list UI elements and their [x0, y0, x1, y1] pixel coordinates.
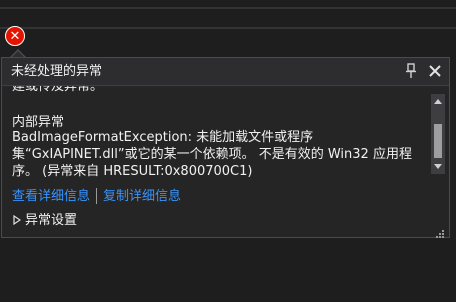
- message-line: 集“GxIAPINET.dll”或它的某一个依赖项。 不是有效的 Win32 应…: [12, 147, 412, 162]
- message-line: 序。 (异常来自 HRESULT:0x800700C1): [12, 164, 253, 179]
- close-icon[interactable]: [426, 62, 444, 80]
- chevron-up-icon[interactable]: [431, 94, 445, 108]
- chevron-right-icon: [12, 214, 22, 226]
- link-separator: [96, 188, 98, 204]
- exception-helper-popup: 未经处理的异常 建或传及异常。 内部异常 BadImageFormatExcep…: [1, 57, 450, 238]
- pin-icon-graphic: [406, 63, 416, 78]
- details-links: 查看详细信息 复制详细信息: [12, 187, 181, 205]
- chevron-down-icon-graphic: [434, 164, 442, 169]
- message-line: BadImageFormatException: 未能加载文件或程序: [12, 130, 314, 145]
- popup-content: 建或传及异常。 内部异常 BadImageFormatException: 未能…: [2, 86, 449, 209]
- exception-settings-label: 异常设置: [25, 212, 78, 228]
- editor-area: ✕ 未经处理的异常 建或传及异常。 内部异常 BadImageFormatExc…: [0, 0, 456, 302]
- pin-icon[interactable]: [404, 62, 418, 80]
- chevron-down-icon[interactable]: [431, 160, 445, 174]
- exception-settings-expander[interactable]: 异常设置: [12, 211, 77, 229]
- vertical-scrollbar[interactable]: [431, 94, 445, 174]
- inner-exception-message: BadImageFormatException: 未能加载文件或程序 集“GxI…: [12, 129, 422, 180]
- popup-titlebar: 未经处理的异常: [2, 58, 449, 86]
- editor-line: [0, 7, 456, 9]
- popup-title: 未经处理的异常: [11, 64, 103, 79]
- exception-message-clipped: 建或传及异常。: [12, 86, 104, 94]
- close-icon-graphic: [429, 65, 441, 77]
- scrollbar-thumb[interactable]: [434, 124, 442, 158]
- editor-line: [0, 27, 456, 29]
- copy-details-link[interactable]: 复制详细信息: [103, 188, 181, 205]
- error-x-icon[interactable]: ✕: [5, 26, 25, 46]
- resize-grip-icon[interactable]: [433, 224, 445, 238]
- view-details-link[interactable]: 查看详细信息: [12, 188, 90, 205]
- chevron-up-icon-graphic: [434, 99, 442, 104]
- resize-grip-icon-graphic: [436, 230, 444, 238]
- chevron-right-icon-graphic: [13, 215, 21, 225]
